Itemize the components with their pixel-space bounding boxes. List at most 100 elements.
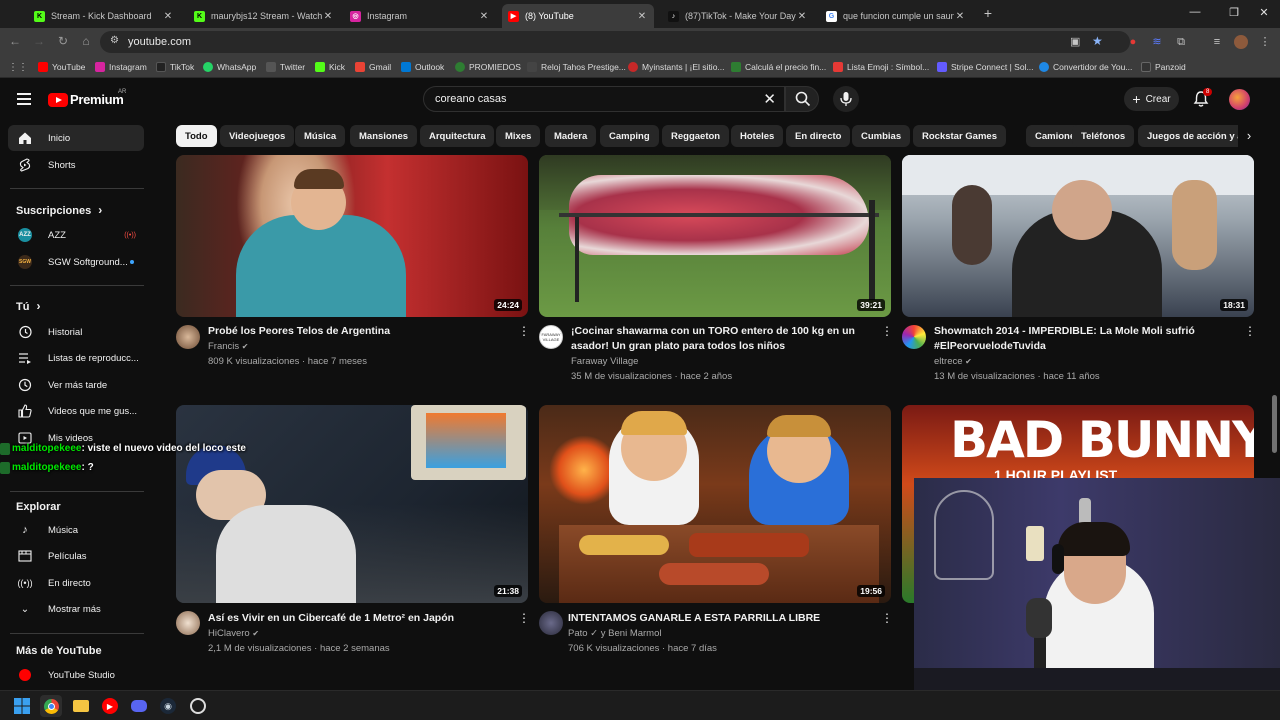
file-explorer-icon[interactable] xyxy=(70,695,92,717)
clear-search-icon[interactable]: ✕ xyxy=(763,90,776,108)
restore-icon[interactable]: ❐ xyxy=(1226,6,1242,19)
voice-search-button[interactable] xyxy=(833,86,859,112)
sidebar-item-peliculas[interactable]: Películas xyxy=(8,543,144,569)
youtube-taskbar-icon[interactable]: ▶ xyxy=(99,695,121,717)
subscriptions-header[interactable]: Suscripciones › xyxy=(16,203,102,217)
close-tab-icon[interactable]: ✕ xyxy=(322,11,334,22)
bookmark-youtube[interactable]: YouTube xyxy=(38,60,85,74)
tab-tiktok[interactable]: ♪ (87)TikTok - Make Your Day ✕ xyxy=(662,4,814,28)
you-header[interactable]: Tú › xyxy=(16,299,41,313)
back-icon[interactable]: ← xyxy=(7,34,23,48)
sidebar-item-videos-que-me-gustan[interactable]: Videos que me gus... xyxy=(8,398,144,424)
sidebar-item-azz[interactable]: AZZ AZZ ((•)) xyxy=(8,222,144,248)
channel-avatar[interactable] xyxy=(176,611,200,635)
tab-kick-dashboard[interactable]: K Stream - Kick Dashboard ✕ xyxy=(28,4,180,28)
address-bar[interactable]: ⚙ youtube.com ▣ ★ xyxy=(100,31,1130,53)
bookmark-whatsapp[interactable]: WhatsApp xyxy=(203,60,256,74)
reload-icon[interactable]: ↻ xyxy=(55,34,71,48)
chip-todo[interactable]: Todo xyxy=(176,125,217,147)
account-avatar[interactable] xyxy=(1229,89,1250,110)
tab-google-search[interactable]: G que funcion cumple un sauna - ✕ xyxy=(820,4,972,28)
more-options-icon[interactable]: ⋮ xyxy=(881,611,893,625)
bookmark-panzoid[interactable]: Panzoid xyxy=(1141,60,1186,74)
bookmark-reloj[interactable]: Reloj Tahos Prestige... xyxy=(527,60,626,74)
reading-list-icon[interactable]: ≡ xyxy=(1210,35,1224,49)
profile-avatar-icon[interactable] xyxy=(1234,35,1248,49)
chrome-taskbar-icon[interactable] xyxy=(40,695,62,717)
tab-instagram[interactable]: ◎ Instagram ✕ xyxy=(344,4,496,28)
channel-avatar[interactable]: FARAWAY VILLAGE xyxy=(539,325,563,349)
bookmark-gmail[interactable]: Gmail xyxy=(355,60,391,74)
forward-icon[interactable]: → xyxy=(31,34,47,48)
search-button[interactable] xyxy=(785,86,819,112)
bookmark-stripe[interactable]: Stripe Connect | Sol... xyxy=(937,60,1034,74)
bookmark-calcula[interactable]: Calculá el precio fin... xyxy=(731,60,826,74)
more-options-icon[interactable]: ⋮ xyxy=(518,324,530,338)
close-tab-icon[interactable]: ✕ xyxy=(796,11,808,22)
chips-next-chevron-icon[interactable]: › xyxy=(1238,125,1260,147)
youtube-premium-logo[interactable]: Premium xyxy=(70,92,124,107)
bookmark-tiktok[interactable]: TikTok xyxy=(156,60,194,74)
chip-mixes[interactable]: Mixes xyxy=(496,125,541,147)
bookmark-emoji[interactable]: Lista Emoji : Símbol... xyxy=(833,60,929,74)
close-tab-icon[interactable]: ✕ xyxy=(162,11,174,22)
video-thumbnail[interactable]: 19:56 xyxy=(539,405,891,603)
chip-reggaeton[interactable]: Reggaeton xyxy=(662,125,730,147)
channel-avatar[interactable] xyxy=(902,325,926,349)
video-thumbnail[interactable]: 18:31 xyxy=(902,155,1254,317)
cast-icon[interactable]: ▣ xyxy=(1070,35,1080,48)
video-title[interactable]: Así es Vivir en un Cibercafé de 1 Metro²… xyxy=(208,611,508,626)
chip-videojuegos[interactable]: Videojuegos xyxy=(220,125,295,147)
extension-wave-icon[interactable]: ≋ xyxy=(1150,35,1164,49)
discord-icon[interactable] xyxy=(128,695,150,717)
home-icon[interactable]: ⌂ xyxy=(78,34,94,48)
chip-madera[interactable]: Madera xyxy=(545,125,597,147)
apps-grid-icon[interactable]: ⋮⋮ xyxy=(8,60,28,74)
new-tab-button[interactable]: + xyxy=(980,5,996,21)
sidebar-item-musica[interactable]: ♪ Música xyxy=(8,517,144,543)
create-button[interactable]: + Crear xyxy=(1124,87,1179,111)
bookmark-kick[interactable]: Kick xyxy=(315,60,345,74)
tab-youtube[interactable]: ▶ (8) YouTube ✕ xyxy=(502,4,654,28)
chip-mansiones[interactable]: Mansiones xyxy=(350,125,418,147)
channel-name[interactable]: Pato ✓ y Beni Marmol xyxy=(568,626,662,641)
chrome-menu-icon[interactable]: ⋮ xyxy=(1258,35,1272,49)
chip-en-directo[interactable]: En directo xyxy=(786,125,851,147)
more-options-icon[interactable]: ⋮ xyxy=(1244,324,1256,338)
sidebar-item-shorts[interactable]: Shorts xyxy=(8,152,144,178)
video-title[interactable]: ¡Cocinar shawarma con un TORO entero de … xyxy=(571,324,871,354)
video-title[interactable]: INTENTAMOS GANARLE A ESTA PARRILLA LIBRE xyxy=(568,611,868,626)
sidebar-item-historial[interactable]: Historial xyxy=(8,319,144,345)
chip-hoteles[interactable]: Hoteles xyxy=(731,125,784,147)
close-window-icon[interactable]: ✕ xyxy=(1256,6,1272,19)
bookmark-instagram[interactable]: Instagram xyxy=(95,60,147,74)
bookmark-convertidor[interactable]: Convertidor de You... xyxy=(1039,60,1132,74)
page-scrollbar-thumb[interactable] xyxy=(1272,395,1277,453)
channel-name[interactable]: Francis ✔ xyxy=(208,339,249,354)
chip-camping[interactable]: Camping xyxy=(600,125,659,147)
close-tab-icon[interactable]: ✕ xyxy=(478,11,490,22)
more-options-icon[interactable]: ⋮ xyxy=(881,324,893,338)
minimize-icon[interactable]: — xyxy=(1187,6,1203,18)
channel-avatar[interactable] xyxy=(539,611,563,635)
tab-kick-stream[interactable]: K maurybjs12 Stream - Watch Liv ✕ xyxy=(188,4,340,28)
bookmark-twitter[interactable]: Twitter xyxy=(266,60,305,74)
search-input[interactable]: coreano casas ✕ xyxy=(423,86,785,112)
sidebar-item-sgw[interactable]: SGW SGW Softground... xyxy=(8,249,144,275)
close-tab-icon[interactable]: ✕ xyxy=(954,11,966,22)
channel-name[interactable]: eltrece ✔ xyxy=(934,354,972,369)
more-options-icon[interactable]: ⋮ xyxy=(518,611,530,625)
menu-hamburger-icon[interactable] xyxy=(17,93,31,105)
sidebar-item-inicio[interactable]: Inicio xyxy=(8,125,144,151)
sidebar-item-listas[interactable]: Listas de reproducc... xyxy=(8,345,144,371)
channel-name[interactable]: Faraway Village xyxy=(571,354,638,369)
bookmark-outlook[interactable]: Outlook xyxy=(401,60,444,74)
sidebar-item-en-directo[interactable]: ((•)) En directo xyxy=(8,570,144,596)
sidebar-item-mostrar-mas[interactable]: ⌄ Mostrar más xyxy=(8,596,144,622)
close-tab-icon[interactable]: ✕ xyxy=(636,11,648,22)
extension-red-icon[interactable]: ● xyxy=(1126,35,1140,49)
video-title[interactable]: Probé los Peores Telos de Argentina xyxy=(208,324,508,339)
bookmark-promiedos[interactable]: PROMIEDOS xyxy=(455,60,521,74)
bookmark-myinstants[interactable]: Myinstants | ¡El sitio... xyxy=(628,60,725,74)
chip-musica[interactable]: Música xyxy=(295,125,346,147)
